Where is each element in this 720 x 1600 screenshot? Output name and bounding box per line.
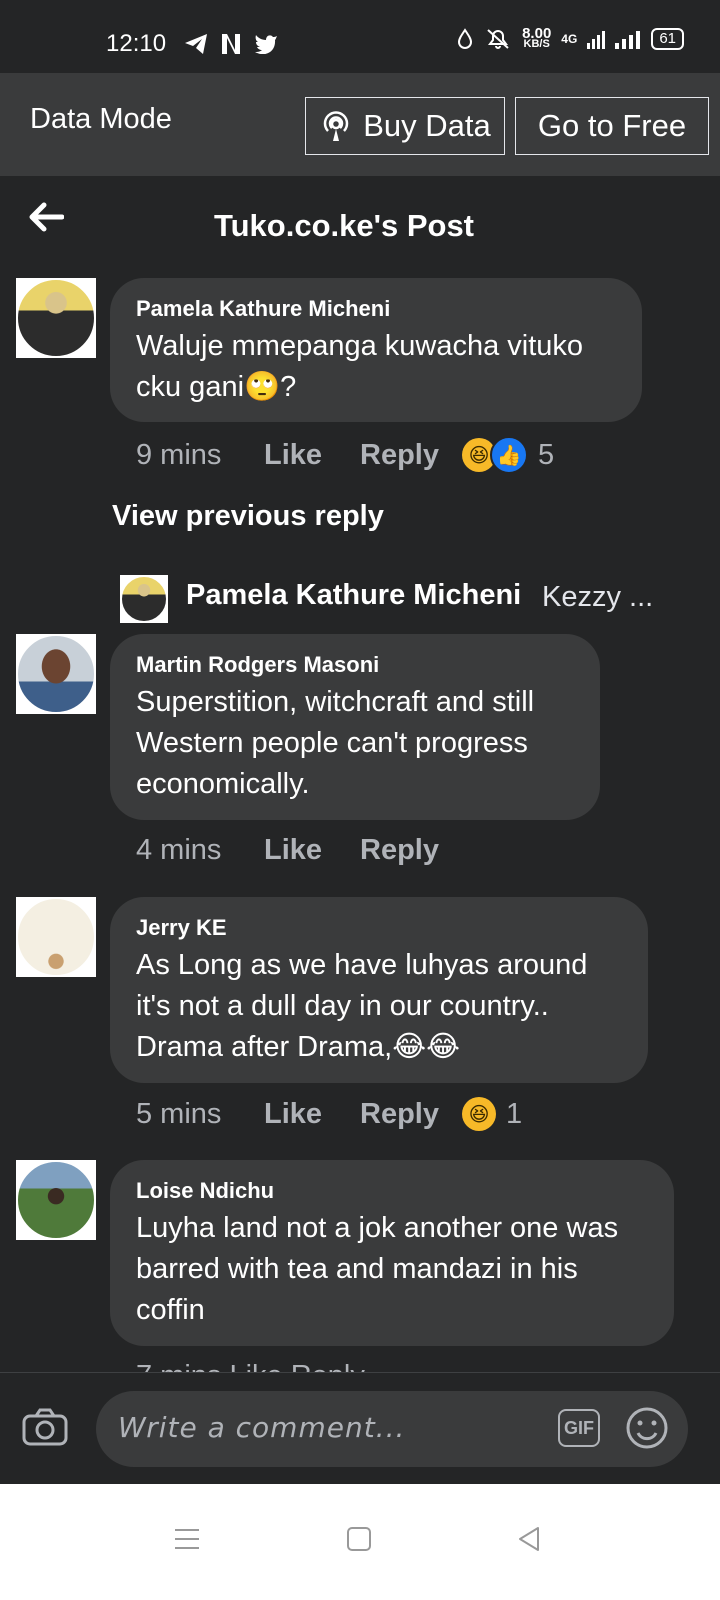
avatar-loise[interactable] — [16, 1160, 96, 1240]
avatar — [16, 897, 96, 977]
comment-author[interactable]: Pamela Kathure Micheni — [136, 296, 618, 322]
avatar — [16, 1160, 96, 1240]
comment-bubble[interactable]: Martin Rodgers Masoni Superstition, witc… — [110, 634, 600, 820]
twitter-icon — [255, 35, 278, 55]
avatar — [120, 575, 168, 623]
reply-button[interactable]: Reply — [360, 1098, 462, 1131]
haha-reaction-icon: 😆 — [462, 1097, 496, 1131]
reply-preview[interactable]: Pamela Kathure Micheni Kezzy ... — [120, 575, 680, 623]
like-button[interactable]: Like — [264, 834, 360, 867]
comment-actions: 9 mins Like Reply 😆 👍 5 — [136, 436, 554, 474]
comment-placeholder: Write a comment... — [118, 1411, 406, 1444]
comment-text: As Long as we have luhyas around it's no… — [136, 949, 588, 1063]
reply-avatar — [120, 575, 168, 623]
comment-composer: Write a comment... GIF — [0, 1372, 720, 1485]
go-to-free-button[interactable]: Go to Free — [515, 97, 709, 155]
comment-time[interactable]: 4 mins — [136, 834, 264, 867]
telegram-icon — [185, 34, 207, 55]
comment-text: Superstition, witchcraft and still Weste… — [136, 686, 535, 800]
reply-author: Pamela Kathure Micheni — [186, 579, 522, 611]
data-mode-bar: Data Mode Buy Data Go to Free — [0, 73, 720, 176]
signal-icon-2 — [615, 31, 641, 49]
comment-actions: 5 mins Like Reply 😆 1 — [136, 1097, 522, 1131]
reactions[interactable]: 😆 — [462, 1097, 496, 1131]
comment-author[interactable]: Martin Rodgers Masoni — [136, 652, 576, 678]
reaction-count: 1 — [506, 1097, 523, 1130]
comment-bubble[interactable]: Loise Ndichu Luyha land not a jok anothe… — [110, 1160, 674, 1346]
signal-icon — [587, 31, 606, 49]
comment-actions: 4 mins Like Reply — [136, 834, 462, 867]
status-time: 12:10 — [106, 30, 167, 57]
broadcast-icon — [323, 111, 349, 141]
data-saver-icon — [458, 28, 473, 49]
like-button[interactable]: Like — [264, 1098, 360, 1131]
data-mode-label: Data Mode — [30, 103, 172, 135]
comment-bubble[interactable]: Jerry KE As Long as we have luhyas aroun… — [110, 897, 648, 1083]
page-title: Tuko.co.ke's Post — [213, 208, 475, 243]
reactions[interactable]: 😆 👍 — [462, 436, 528, 474]
comment-time[interactable]: 5 mins — [136, 1098, 264, 1131]
avatar-martin[interactable] — [16, 634, 96, 714]
comment-bubble[interactable]: Pamela Kathure Micheni Waluje mmepanga k… — [110, 278, 642, 422]
gif-icon[interactable]: GIF — [558, 1409, 600, 1447]
notification-icons — [184, 30, 278, 56]
camera-icon[interactable] — [22, 1408, 68, 1446]
go-to-free-label: Go to Free — [537, 108, 687, 143]
like-button[interactable]: Like — [264, 439, 360, 472]
status-bar: 12:10 8.00 KB/S 4G 61 — [0, 0, 720, 73]
reply-button[interactable]: Reply — [360, 439, 462, 472]
avatar-jerry[interactable] — [16, 897, 96, 977]
mute-icon — [487, 29, 509, 49]
like-reaction-icon: 👍 — [490, 436, 528, 474]
avatar — [16, 634, 96, 714]
post-header: Tuko.co.ke's Post — [0, 176, 720, 272]
comment-input[interactable]: Write a comment... GIF — [96, 1391, 688, 1467]
comment-author[interactable]: Jerry KE — [136, 915, 624, 941]
system-nav-bar — [0, 1484, 720, 1600]
reaction-count: 5 — [538, 438, 555, 471]
home-icon[interactable] — [344, 1524, 374, 1554]
network-speed: 8.00 KB/S — [522, 25, 552, 50]
menu-icon[interactable] — [172, 1524, 202, 1554]
network-type: 4G — [561, 32, 578, 46]
comment-time[interactable]: 9 mins — [136, 439, 264, 472]
comment-text: Waluje mmepanga kuwacha vituko cku gani🙄… — [136, 330, 584, 403]
comment-author[interactable]: Loise Ndichu — [136, 1178, 650, 1204]
buy-data-label: Buy Data — [363, 108, 491, 143]
buy-data-button[interactable]: Buy Data — [305, 97, 505, 155]
avatar — [16, 278, 96, 358]
reply-button[interactable]: Reply — [360, 834, 462, 867]
reply-text: Kezzy ... — [542, 581, 654, 613]
emoji-icon[interactable] — [626, 1407, 668, 1449]
view-previous-reply[interactable]: View previous reply — [112, 500, 384, 533]
back-icon[interactable] — [514, 1524, 544, 1554]
battery-indicator: 61 — [651, 28, 684, 50]
avatar-pamela[interactable] — [16, 278, 96, 358]
netflix-icon — [222, 34, 241, 55]
comment-text: Luyha land not a jok another one was bar… — [136, 1212, 619, 1326]
